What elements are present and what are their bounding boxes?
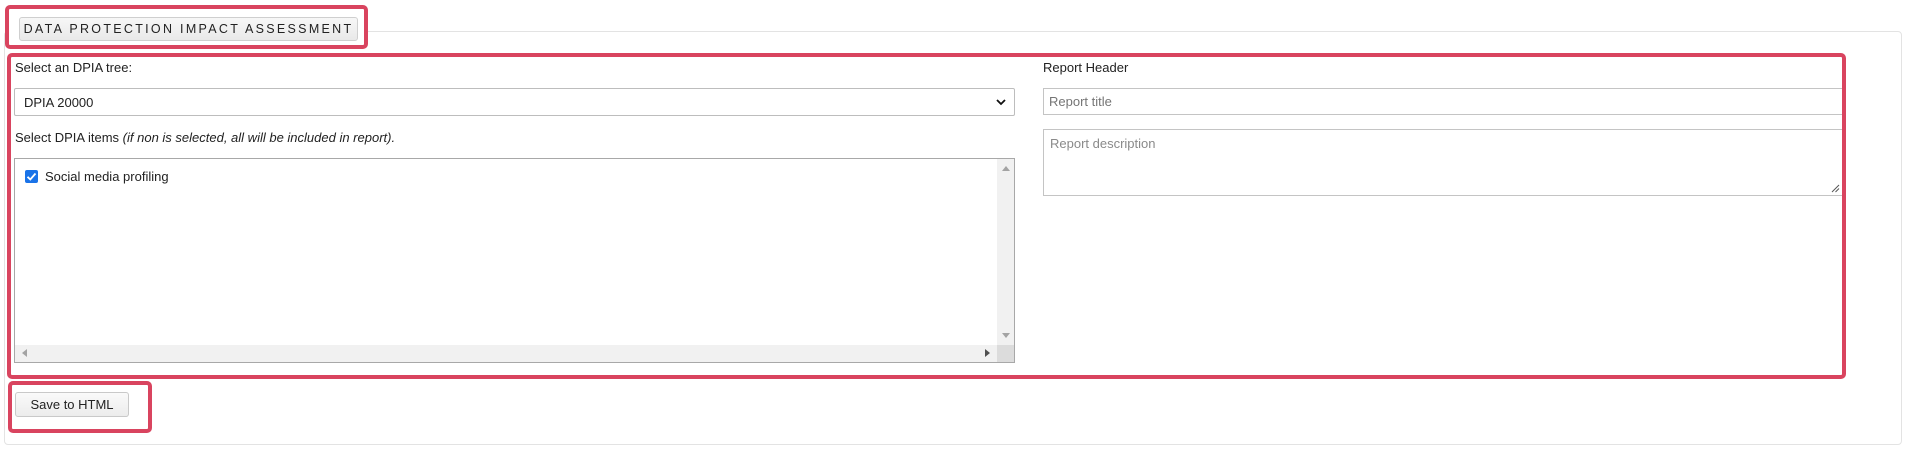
chevron-down-icon [996,99,1006,106]
scroll-down-arrow-icon[interactable] [1002,333,1010,338]
dpia-items-listbox[interactable]: Social media profiling [14,158,1015,363]
scroll-left-arrow-icon[interactable] [22,349,27,357]
dpia-legend-button[interactable]: DATA PROTECTION IMPACT ASSESSMENT [19,17,358,41]
scroll-up-arrow-icon[interactable] [1002,166,1010,171]
items-label-text: Select DPIA items [15,130,120,145]
scrollbar-corner [997,345,1014,362]
scroll-right-arrow-icon[interactable] [985,349,990,357]
tree-select-label: Select an DPIA tree: [15,60,133,75]
items-label: Select DPIA items (if non is selected, a… [15,130,395,145]
report-description-placeholder: Report description [1050,136,1156,151]
legend-highlight: DATA PROTECTION IMPACT ASSESSMENT [5,5,368,49]
vertical-scrollbar[interactable] [997,159,1014,345]
items-hint: (if non is selected, all will be include… [122,130,396,145]
report-header-label: Report Header [1043,60,1129,75]
dpia-tree-select[interactable]: DPIA 20000 [14,88,1015,116]
list-item[interactable]: Social media profiling [25,167,169,185]
item-label: Social media profiling [45,168,169,184]
horizontal-scrollbar[interactable] [15,345,997,362]
checkmark-icon [26,172,37,181]
item-checkbox[interactable] [25,169,38,183]
report-title-input[interactable] [1043,88,1842,115]
save-to-html-button[interactable]: Save to HTML [15,392,129,417]
report-description-textarea[interactable]: Report description [1043,129,1842,196]
resize-grip-icon[interactable] [1831,184,1840,193]
dpia-tree-selected-value: DPIA 20000 [24,95,94,110]
